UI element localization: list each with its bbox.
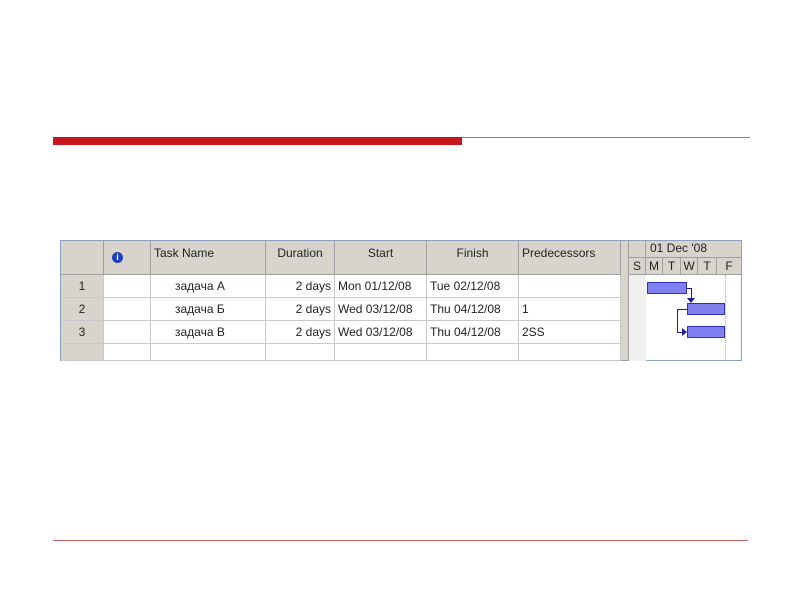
arrow-down-icon xyxy=(687,298,695,303)
timescale-day: T xyxy=(663,258,681,275)
timescale-day: M xyxy=(646,258,663,275)
nonworking-day-line xyxy=(725,275,727,361)
timescale-day: W xyxy=(681,258,698,275)
row-indicator[interactable] xyxy=(104,298,151,321)
header-start[interactable]: Start xyxy=(335,241,427,275)
row-number[interactable]: 2 xyxy=(61,298,104,321)
timescale-week: 01 Dec '08 xyxy=(646,241,742,258)
header-finish[interactable]: Finish xyxy=(427,241,519,275)
row-number[interactable] xyxy=(61,344,104,361)
task-name-cell[interactable] xyxy=(151,344,266,361)
row-number[interactable]: 3 xyxy=(61,321,104,344)
footer-divider xyxy=(53,540,748,541)
row-indicator[interactable] xyxy=(104,344,151,361)
start-cell[interactable]: Wed 03/12/08 xyxy=(335,298,427,321)
finish-cell[interactable]: Tue 02/12/08 xyxy=(427,275,519,298)
arrow-right-icon xyxy=(682,328,687,336)
duration-cell[interactable]: 2 days xyxy=(266,275,335,298)
split-bar[interactable] xyxy=(621,241,629,361)
duration-cell[interactable]: 2 days xyxy=(266,321,335,344)
task-name-cell[interactable]: задача Б xyxy=(151,298,266,321)
row-indicator[interactable] xyxy=(104,321,151,344)
gantt-bar-task-1[interactable] xyxy=(647,282,687,294)
start-cell[interactable]: Wed 03/12/08 xyxy=(335,321,427,344)
gantt-bar-task-2[interactable] xyxy=(687,303,725,315)
task-name-cell[interactable]: задача В xyxy=(151,321,266,344)
timescale-spacer xyxy=(629,241,646,258)
task-name-cell[interactable]: задача А xyxy=(151,275,266,298)
predecessors-cell[interactable]: 2SS xyxy=(519,321,621,344)
link-2-3 xyxy=(677,309,687,310)
finish-cell[interactable]: Thu 04/12/08 xyxy=(427,321,519,344)
header-duration[interactable]: Duration xyxy=(266,241,335,275)
finish-cell[interactable]: Thu 04/12/08 xyxy=(427,298,519,321)
link-2-3-vertical xyxy=(677,309,678,332)
nonworking-day-shading xyxy=(629,275,646,361)
start-cell[interactable] xyxy=(335,344,427,361)
finish-cell[interactable] xyxy=(427,344,519,361)
row-indicator[interactable] xyxy=(104,275,151,298)
start-cell[interactable]: Mon 01/12/08 xyxy=(335,275,427,298)
timescale-day: S xyxy=(629,258,646,275)
duration-cell[interactable] xyxy=(266,344,335,361)
predecessors-cell[interactable] xyxy=(519,344,621,361)
predecessors-cell[interactable]: 1 xyxy=(519,298,621,321)
title-accent-bar xyxy=(53,137,462,145)
duration-cell[interactable]: 2 days xyxy=(266,298,335,321)
header-predecessors[interactable]: Predecessors xyxy=(519,241,621,275)
select-all-corner[interactable] xyxy=(61,241,104,275)
header-indicators[interactable]: i xyxy=(104,241,151,275)
info-icon: i xyxy=(112,252,123,263)
row-number[interactable]: 1 xyxy=(61,275,104,298)
gantt-bar-task-3[interactable] xyxy=(687,326,725,338)
title-divider xyxy=(462,137,750,138)
timescale-day: F xyxy=(717,258,742,275)
timescale-day: T xyxy=(698,258,717,275)
header-task-name[interactable]: Task Name xyxy=(151,241,266,275)
predecessors-cell[interactable] xyxy=(519,275,621,298)
project-gantt-table: i Task Name Duration Start Finish Predec… xyxy=(60,240,742,361)
